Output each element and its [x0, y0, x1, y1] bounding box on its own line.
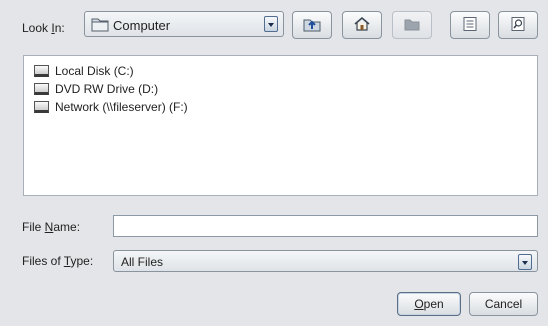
list-item-label: DVD RW Drive (D:) — [55, 82, 159, 96]
list-item-label: Network (\\fileserver) (F:) — [55, 100, 188, 114]
dvd-drive-icon — [34, 83, 49, 95]
list-view-button[interactable] — [450, 11, 490, 39]
files-of-type-label: Files of Type: — [22, 254, 94, 268]
list-item[interactable]: Network (\\fileserver) (F:) — [34, 98, 188, 116]
look-in-label: Look In: — [22, 21, 65, 35]
details-view-icon — [510, 16, 526, 35]
chevron-down-icon[interactable] — [264, 16, 278, 32]
new-folder-button[interactable] — [392, 11, 432, 39]
list-item-label: Local Disk (C:) — [55, 64, 134, 78]
open-button[interactable]: Open — [397, 292, 461, 316]
new-folder-icon — [403, 16, 421, 35]
network-drive-icon — [34, 101, 49, 113]
list-item[interactable]: Local Disk (C:) — [34, 62, 134, 80]
home-button[interactable] — [342, 11, 382, 39]
up-folder-icon — [302, 16, 322, 35]
file-name-label: File Name: — [22, 220, 81, 234]
hard-drive-icon — [34, 65, 49, 77]
home-icon — [353, 16, 371, 35]
file-name-input[interactable] — [113, 215, 538, 237]
chevron-down-icon[interactable] — [518, 254, 532, 270]
up-one-level-button[interactable] — [292, 11, 332, 39]
cancel-button[interactable]: Cancel — [469, 292, 538, 316]
look-in-combo[interactable]: Computer — [84, 11, 284, 37]
file-list[interactable]: Local Disk (C:) DVD RW Drive (D:) Networ… — [23, 55, 538, 196]
files-of-type-combo[interactable]: All Files — [113, 250, 538, 272]
list-view-icon — [462, 16, 478, 35]
files-of-type-value: All Files — [121, 255, 164, 269]
list-item[interactable]: DVD RW Drive (D:) — [34, 80, 158, 98]
look-in-value: Computer — [113, 18, 171, 33]
folder-icon — [91, 16, 109, 35]
details-view-button[interactable] — [498, 11, 538, 39]
